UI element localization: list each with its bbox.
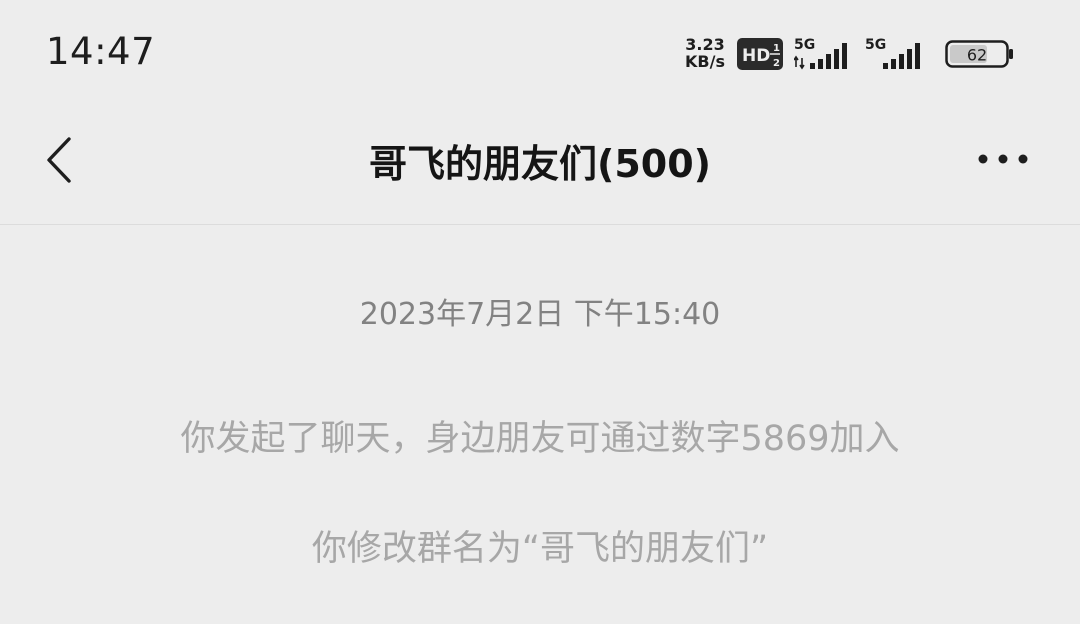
more-dots-icon bbox=[978, 154, 1028, 164]
back-button[interactable] bbox=[34, 130, 84, 190]
system-message: 你修改群名为“哥飞的朋友们” bbox=[311, 529, 769, 569]
status-bar: 14:47 3.23 KB/s HD 1 2 5G 5G 62 bbox=[0, 0, 1080, 110]
sim1-label: 5G bbox=[794, 37, 815, 53]
signal-5g-sim2-icon: 5G bbox=[865, 37, 920, 69]
network-speed-unit: KB/s bbox=[685, 52, 725, 71]
sim2-label: 5G bbox=[865, 37, 886, 53]
hd-voice-icon: HD 1 2 bbox=[737, 38, 783, 70]
battery-level: 62 bbox=[967, 46, 987, 65]
hd-label: HD bbox=[742, 46, 770, 66]
chat-title: 哥飞的朋友们(500) bbox=[368, 142, 712, 186]
signal-5g-sim1-icon: 5G bbox=[794, 37, 847, 70]
system-message: 你发起了聊天，身边朋友可通过数字5869加入 bbox=[180, 419, 900, 459]
message-timestamp: 2023年7月2日 下午15:40 bbox=[359, 297, 721, 332]
svg-text:1: 1 bbox=[773, 43, 780, 54]
network-speed: 3.23 KB/s bbox=[679, 36, 731, 70]
svg-text:2: 2 bbox=[773, 58, 780, 69]
network-speed-value: 3.23 bbox=[685, 35, 725, 54]
more-options-button[interactable] bbox=[972, 138, 1034, 180]
chevron-left-icon bbox=[47, 137, 71, 183]
chat-header: 哥飞的朋友们(500) bbox=[0, 110, 1080, 225]
status-time: 14:47 bbox=[46, 30, 156, 73]
battery-icon: 62 bbox=[945, 40, 1013, 68]
